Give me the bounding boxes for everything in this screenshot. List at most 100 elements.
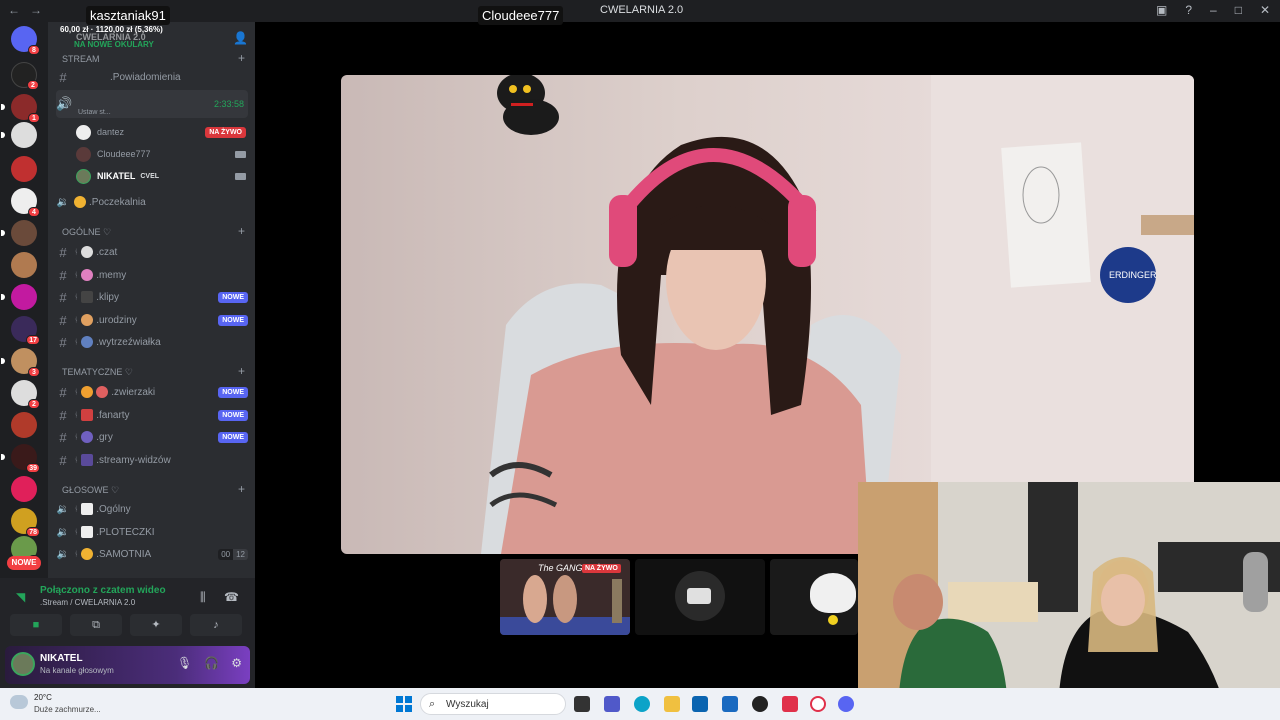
activities-button[interactable]: ✦ [130,614,182,636]
channel-streamy-widzow[interactable]: # ᚾ .streamy-widzów [56,450,248,470]
maximize-icon[interactable]: □ [1235,3,1242,17]
server-icon[interactable] [11,412,37,438]
pip-video-tile[interactable] [858,482,1280,720]
server-icon[interactable] [1,284,37,310]
channel-wytrzezwialka[interactable]: # ᚾ .wytrzeźwiałka [56,332,248,352]
new-servers-pill[interactable]: NOWE [7,556,41,570]
channel-czat[interactable]: # ᚾ .czat [56,242,248,262]
opera-icon[interactable] [810,696,826,712]
camera-button[interactable]: ■ [10,614,62,636]
live-badge: NA ŻYWO [582,564,621,573]
app-icon[interactable] [752,696,768,712]
voice-user[interactable]: dantez NA ŻYWO [76,122,246,142]
voice-channel-waiting[interactable]: 🔉 .Poczekalnia [56,192,248,212]
help-icon[interactable]: ? [1185,3,1192,17]
store-icon[interactable] [692,696,708,712]
voice-channel-ploteczki[interactable]: 🔉 ᚾ .PLOTECZKI [56,522,248,542]
nav-arrows[interactable]: ←→ [8,3,52,17]
noise-suppression-icon[interactable]: ⫼ [200,590,206,605]
server-icon[interactable] [11,252,37,278]
user-limit: 00 12 [218,548,248,560]
avatar[interactable] [11,652,35,676]
minimize-icon[interactable]: – [1210,3,1217,17]
thumbnail-tile[interactable]: The GANG NA ŻYWO [500,559,630,635]
thumbnail-tile[interactable] [770,559,858,635]
participant-tag: Cloudeee777 [478,6,564,25]
inbox-icon[interactable]: ▣ [1156,3,1167,17]
screen-share-button[interactable]: ⧉ [70,614,122,636]
server-icon[interactable] [11,476,37,502]
disconnect-icon[interactable]: ☎ [224,590,239,604]
teams-icon[interactable] [604,696,620,712]
tv-icon [81,454,94,466]
new-badge: NOWE [218,409,248,421]
user-name[interactable]: NIKATEL [40,653,83,664]
svg-text:The GANG: The GANG [538,563,583,573]
invite-icon[interactable]: 👤 [233,31,248,45]
hash-icon: # [59,407,67,423]
hash-icon: # [59,289,67,305]
discord-home-icon[interactable]: 8 [11,26,40,55]
server-icon[interactable]: 2 [11,380,40,409]
channel-fanarty[interactable]: # ᚾ .fanarty NOWE [56,405,248,425]
thumbnail-tile[interactable] [635,559,765,635]
connection-status[interactable]: Połączono z czatem wideo [40,585,166,596]
server-icon[interactable] [1,122,37,148]
file-explorer-icon[interactable] [664,696,680,712]
user-tag: CVEL [140,172,160,180]
windows-start-icon[interactable] [396,696,412,712]
channel-notifications[interactable]: # .Powiadomienia [56,67,248,87]
voice-user[interactable]: Cloudeee777 [76,144,246,164]
voice-user[interactable]: NIKATEL CVEL [76,166,246,186]
category-glosowe[interactable]: GŁOSOWE ♡ [62,485,119,496]
channel-zwierzaki[interactable]: # ᚾ .zwierzaki NOWE [56,382,248,402]
camera-off-icon [687,588,711,604]
add-channel-icon[interactable]: + [238,224,245,238]
gear-icon[interactable]: ⚙ [231,656,242,670]
microphone-icon[interactable]: 🎙 [177,656,192,670]
server-icon[interactable] [1,220,37,246]
channel-memy[interactable]: # ᚾ .memy [56,265,248,285]
live-badge: NA ŻYWO [205,126,246,138]
task-view-icon[interactable] [574,696,590,712]
participant-tag: kasztaniak91 [86,6,170,25]
server-icon[interactable]: 17 [11,316,40,345]
edge-icon[interactable] [634,696,650,712]
signal-icon[interactable]: ◥ [16,590,30,604]
server-icon[interactable]: 3 [1,348,40,377]
voice-channel-ogolny[interactable]: 🔉 ᚾ .Ogólny [56,499,248,519]
server-icon[interactable]: 78 [11,508,40,537]
camera-icon [235,172,246,180]
add-channel-icon[interactable]: + [238,482,245,496]
avatar [76,146,91,162]
soundboard-button[interactable]: ♪ [190,614,242,636]
avatar [76,124,91,140]
goal-overlay-tag: NA NOWE OKULARY [74,40,154,49]
category-ogolne[interactable]: OGÓLNE ♡ [62,227,111,238]
close-icon[interactable]: ✕ [1260,3,1270,17]
chat-icon [81,526,94,538]
server-icon[interactable]: 1 [1,94,40,123]
svg-text:ERDINGER: ERDINGER [1109,270,1157,280]
headphones-icon[interactable]: 🎧 [204,656,219,670]
discord-icon[interactable] [838,696,854,712]
outlook-icon[interactable] [722,696,738,712]
add-channel-icon[interactable]: + [238,364,245,378]
category-tematyczne[interactable]: TEMATYCZNE ♡ [62,367,133,378]
hash-icon: # [59,384,67,400]
server-icon[interactable]: 4 [11,188,40,217]
taskbar-search[interactable]: ⌕ Wyszukaj [420,693,566,715]
film-icon [81,291,94,303]
server-header[interactable]: 60,00 zł · 1120,00 zł (5,36%) CWELARNIA … [48,22,255,54]
app-icon[interactable] [782,696,798,712]
channel-urodziny[interactable]: # ᚾ .urodziny NOWE [56,310,248,330]
category-stream[interactable]: STREAM [62,54,100,64]
add-channel-icon[interactable]: + [238,51,245,65]
channel-gry[interactable]: # ᚾ .gry NOWE [56,427,248,447]
server-icon[interactable] [11,156,37,182]
server-icon[interactable]: 2 [11,62,39,90]
voice-channel-samotnia[interactable]: 🔉 ᚾ .SAMOTNIA 00 12 [56,544,248,564]
connection-channel[interactable]: .Stream / CWELARNIA 2.0 [40,598,135,607]
channel-klipy[interactable]: # ᚾ .klipy NOWE [56,287,248,307]
server-icon[interactable]: 39 [1,444,40,473]
